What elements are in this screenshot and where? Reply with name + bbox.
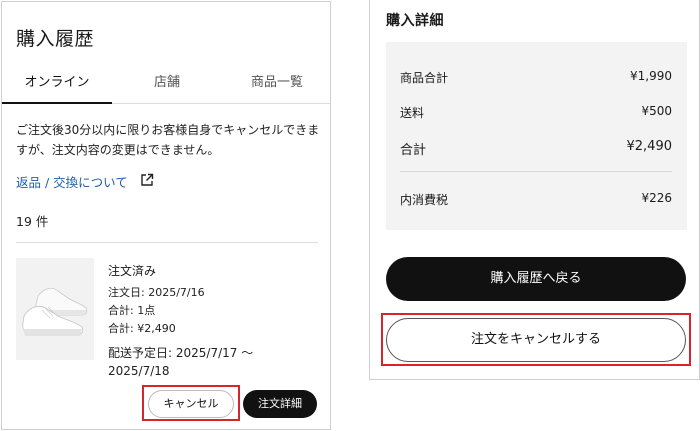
- purchase-history-panel: 購入履歴 オンライン 店舗 商品一覧 ご注文後30分以内に限りお客様自身でキャン…: [1, 1, 331, 430]
- row-value: ¥226: [641, 191, 672, 205]
- tab-product-list[interactable]: 商品一覧: [222, 62, 330, 104]
- return-exchange-link[interactable]: 返品 / 交換について: [16, 172, 128, 191]
- row-value: ¥1,990: [630, 69, 672, 83]
- order-status: 注文済み: [108, 264, 157, 278]
- row-value: ¥500: [641, 104, 672, 118]
- sneaker-product-image[interactable]: [16, 258, 94, 360]
- external-link-icon[interactable]: [140, 173, 154, 187]
- cancel-highlight-box: [142, 385, 240, 421]
- delivery-date: 配送予定日: 2025/7/17 ～ 2025/7/18: [108, 346, 254, 378]
- detail-title: 購入詳細: [386, 13, 444, 29]
- active-tab-indicator: [2, 102, 112, 104]
- divider: [400, 171, 672, 172]
- row-label: 合計: [400, 143, 427, 158]
- order-detail-button[interactable]: 注文詳細: [243, 390, 317, 418]
- back-to-history-button[interactable]: 購入履歴へ戻る: [386, 257, 686, 301]
- price-summary: 商品合計 ¥1,990 送料 ¥500 合計 ¥2,490 内消費税 ¥226: [386, 42, 687, 230]
- row-label: 送料: [400, 106, 425, 120]
- row-label: 商品合計: [400, 71, 449, 85]
- tab-online[interactable]: オンライン: [2, 62, 112, 104]
- purchase-detail-panel: 購入詳細 商品合計 ¥1,990 送料 ¥500 合計 ¥2,490 内消費税 …: [369, 0, 700, 380]
- order-date: 注文日: 2025/7/16: [108, 286, 205, 299]
- order-count: 19 件: [16, 214, 49, 229]
- tab-bar: オンライン 店舗 商品一覧: [2, 62, 330, 104]
- cancel-order-highlight-box: [381, 313, 691, 366]
- cancel-notice: ご注文後30分以内に限りお客様自身でキャンセルできますが、注文内容の変更はできま…: [16, 123, 320, 157]
- row-label: 内消費税: [400, 193, 449, 207]
- divider: [16, 242, 318, 243]
- row-value: ¥2,490: [626, 139, 673, 154]
- page-title: 購入履歴: [16, 28, 95, 50]
- tab-store[interactable]: 店舗: [112, 62, 222, 104]
- order-total: 合計: ¥2,490: [108, 322, 176, 335]
- order-quantity: 合計: 1点: [108, 304, 156, 317]
